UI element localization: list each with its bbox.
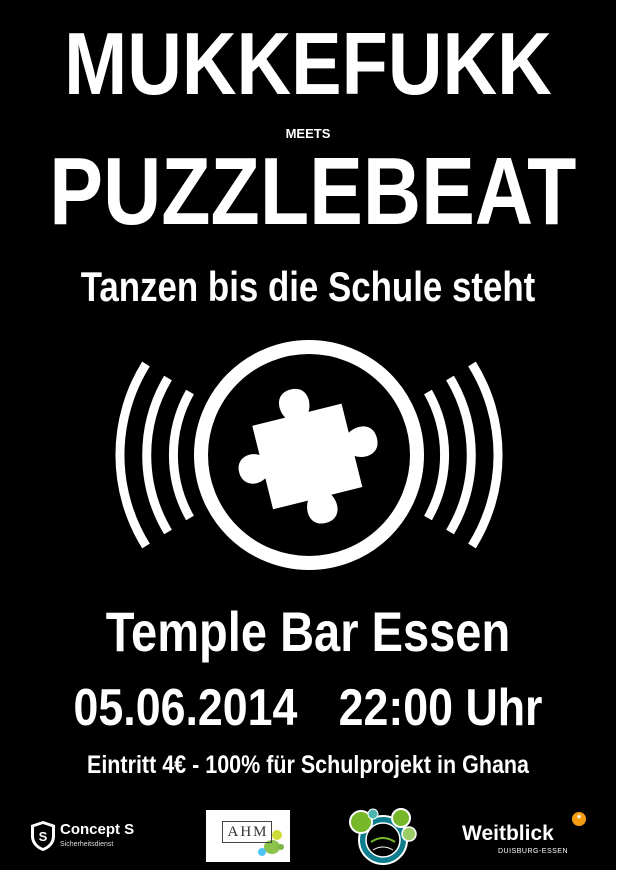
event-venue: Temple Bar Essen — [105, 600, 511, 663]
sponsor-weitblick-sub: DUISBURG-ESSEN — [498, 848, 569, 855]
admission-info: Eintritt 4€ - 100% für Schulprojekt in G… — [86, 751, 530, 779]
event-time: 22:00 Uhr — [338, 679, 543, 737]
puzzle-piece-icon — [238, 388, 378, 524]
event-date: 05.06.2014 — [73, 679, 298, 737]
event-poster: MUKKEFUKK MEETS PUZZLEBEAT Tanzen bis di… — [0, 0, 616, 870]
sponsor-concept-name: Concept S — [60, 821, 135, 838]
sound-waves-right — [424, 361, 503, 549]
puzzle-speaker-icon — [115, 340, 503, 570]
sponsor-concept-sub: Sicherheitsdienst — [60, 841, 114, 848]
sponsor-ahm: AHM — [206, 810, 290, 862]
event-datetime: 05.06.2014 22:00 Uhr — [43, 678, 573, 738]
sound-waves-left — [115, 361, 194, 549]
svg-text:S: S — [39, 829, 48, 844]
sponsor-weitblick-name: Weitblick — [462, 822, 554, 845]
shield-s-icon: S — [31, 821, 55, 851]
bloom-circles-icon — [349, 808, 417, 865]
sponsor-concept-s: S Concept S Sicherheitsdienst — [30, 818, 160, 856]
weitblick-badge-icon: * — [572, 812, 586, 826]
sponsor-weitblick: Weitblick * DUISBURG-ESSEN — [458, 812, 593, 855]
sponsor-ahm-name: AHM — [227, 824, 269, 840]
